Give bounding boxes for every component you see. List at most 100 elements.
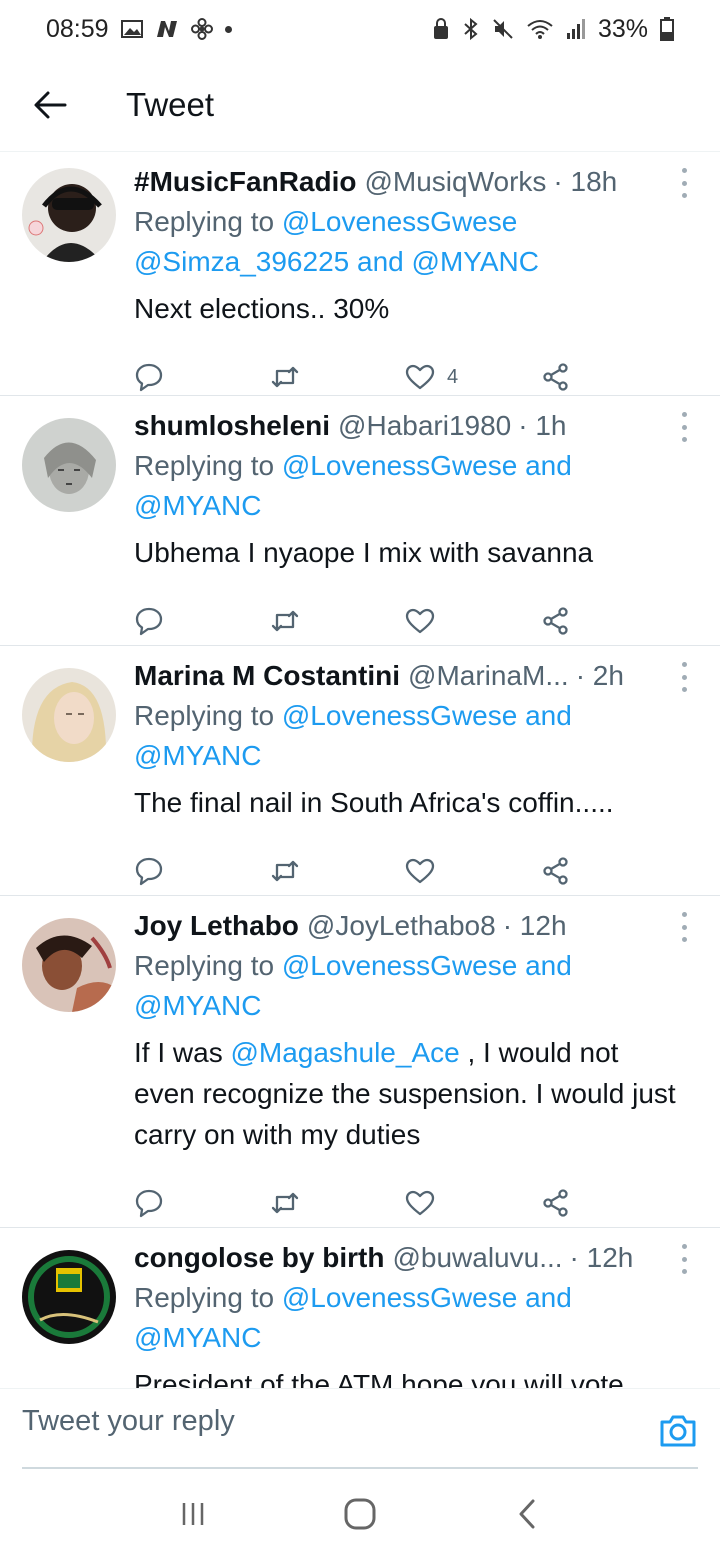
home-button[interactable] (330, 1484, 390, 1544)
fan-icon (190, 18, 213, 40)
reply-feed[interactable]: #MusicFanRadio @MusiqWorks · 18h Replyin… (0, 152, 720, 1388)
replying-to-label: Replying to (134, 450, 282, 481)
mute-icon (492, 18, 514, 40)
display-name[interactable]: Marina M Costantini (134, 656, 400, 696)
tweet[interactable]: congolose by birth @buwaluvu... · 12h Re… (0, 1228, 720, 1388)
share-button[interactable] (541, 849, 677, 893)
mention-link[interactable]: @LovenessGwese and (282, 450, 572, 481)
arrow-left-icon (34, 91, 67, 118)
mention-link[interactable]: @MYANC (134, 990, 261, 1021)
tweet[interactable]: Marina M Costantini @MarinaM... · 2h Rep… (0, 646, 720, 896)
signal-icon (566, 18, 586, 40)
reply-icon (135, 1189, 163, 1218)
retweet-icon (271, 860, 298, 882)
home-icon (344, 1498, 376, 1530)
retweet-button[interactable] (270, 599, 406, 643)
wifi-icon (526, 18, 554, 40)
display-name[interactable]: #MusicFanRadio (134, 162, 356, 202)
replying-to-label: Replying to (134, 950, 282, 981)
tweet-header: shumlosheleni @Habari1980 · 1h (134, 406, 676, 446)
tweet-header: Joy Lethabo @JoyLethabo8 · 12h (134, 906, 676, 946)
timestamp: · 2h (575, 660, 624, 691)
battery-percent: 33% (597, 14, 648, 43)
reply-icon (135, 363, 163, 392)
like-button[interactable] (405, 849, 541, 893)
avatar[interactable] (22, 918, 116, 1012)
more-options-icon[interactable] (674, 662, 694, 692)
mention-link[interactable]: @Magashule_Ace (230, 1037, 459, 1068)
timestamp: · 18h (553, 166, 618, 197)
retweet-icon (271, 1192, 298, 1214)
reply-icon (135, 607, 163, 636)
share-button[interactable] (541, 599, 677, 643)
tweet-header: #MusicFanRadio @MusiqWorks · 18h (134, 162, 676, 202)
battery-icon (660, 17, 674, 41)
page-title: Tweet (126, 85, 215, 123)
timestamp: · 1h (518, 410, 567, 441)
more-options-icon[interactable] (674, 912, 694, 942)
more-options-icon[interactable] (674, 168, 694, 198)
share-button[interactable] (541, 355, 677, 399)
share-button[interactable] (541, 1181, 677, 1225)
share-icon (542, 363, 568, 391)
like-button[interactable]: 4 (405, 355, 541, 399)
replying-to: Replying to @LovenessGwese and @MYANC (134, 446, 676, 526)
heart-icon (405, 364, 435, 390)
share-icon (542, 607, 568, 635)
handle[interactable]: @MarinaM... (408, 656, 569, 696)
retweet-button[interactable] (270, 355, 406, 399)
mention-link[interactable]: @LovenessGwese and (282, 950, 572, 981)
more-options-icon[interactable] (674, 1244, 694, 1274)
tweet[interactable]: shumlosheleni @Habari1980 · 1h Replying … (0, 396, 720, 646)
system-nav-bar (0, 1468, 720, 1560)
handle[interactable]: @Habari1980 (338, 406, 511, 446)
n-icon (155, 19, 179, 39)
gallery-icon (120, 19, 143, 39)
reply-button[interactable] (134, 849, 270, 893)
status-right: 33% (432, 15, 674, 44)
mention-link[interactable]: @MYANC (412, 246, 539, 277)
retweet-button[interactable] (270, 1181, 406, 1225)
camera-button[interactable] (658, 1411, 698, 1451)
more-options-icon[interactable] (674, 412, 694, 442)
tweet[interactable]: #MusicFanRadio @MusiqWorks · 18h Replyin… (0, 152, 720, 396)
tweet[interactable]: Joy Lethabo @JoyLethabo8 · 12h Replying … (0, 896, 720, 1228)
like-button[interactable] (405, 1181, 541, 1225)
handle[interactable]: @buwaluvu... (392, 1238, 562, 1278)
avatar[interactable] (22, 1250, 116, 1344)
display-name[interactable]: Joy Lethabo (134, 906, 299, 946)
tweet-text: If I was @Magashule_Ace , I would not ev… (134, 1032, 676, 1155)
avatar[interactable] (22, 418, 116, 512)
lock-icon (432, 18, 450, 40)
reply-button[interactable] (134, 1181, 270, 1225)
avatar[interactable] (22, 168, 116, 262)
reply-button[interactable] (134, 599, 270, 643)
replying-to: Replying to @LovenessGwese and @MYANC (134, 1278, 676, 1358)
status-time: 08:59 (46, 14, 109, 43)
avatar[interactable] (22, 668, 116, 762)
recent-apps-button[interactable] (163, 1484, 223, 1544)
mention-link[interactable]: @LovenessGwese and (282, 700, 572, 731)
mention-link[interactable]: @MYANC (134, 740, 261, 771)
heart-icon (405, 858, 435, 884)
reply-input[interactable]: Tweet your reply (22, 1405, 235, 1438)
share-icon (542, 857, 568, 885)
display-name[interactable]: shumlosheleni (134, 406, 330, 446)
back-button[interactable] (0, 58, 100, 152)
share-icon (542, 1189, 568, 1217)
mention-link[interactable]: @LovenessGwese (282, 206, 517, 237)
handle[interactable]: @JoyLethabo8 (307, 906, 496, 946)
heart-icon (405, 608, 435, 634)
retweet-button[interactable] (270, 849, 406, 893)
display-name[interactable]: congolose by birth (134, 1238, 384, 1278)
back-nav-button[interactable] (497, 1484, 557, 1544)
like-button[interactable] (405, 599, 541, 643)
recent-apps-icon (183, 1503, 204, 1525)
replying-to: Replying to @LovenessGwese and @MYANC (134, 946, 676, 1026)
mention-link[interactable]: @Simza_396225 (134, 246, 349, 277)
reply-button[interactable] (134, 355, 270, 399)
handle[interactable]: @MusiqWorks (364, 162, 546, 202)
mention-link[interactable]: @MYANC (134, 1322, 261, 1353)
mention-link[interactable]: @MYANC (134, 490, 261, 521)
mention-link[interactable]: @LovenessGwese and (282, 1282, 572, 1313)
